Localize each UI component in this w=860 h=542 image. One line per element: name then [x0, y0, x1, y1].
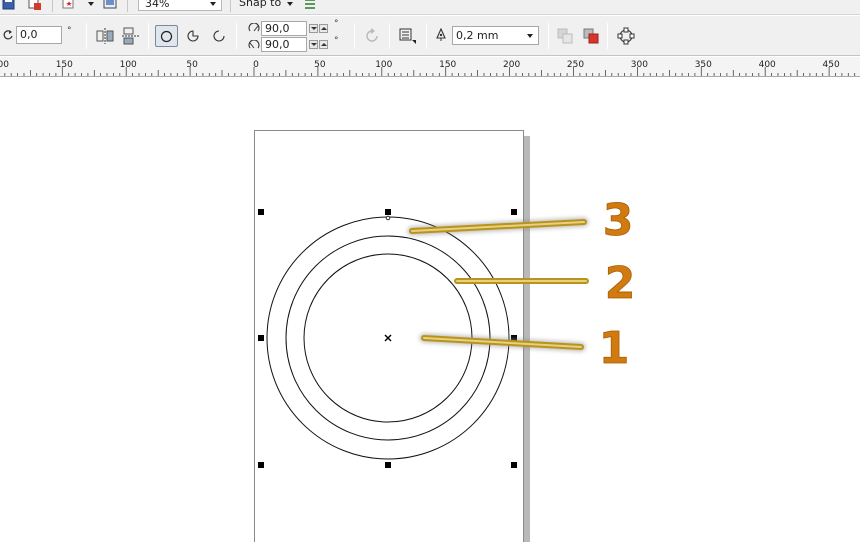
ruler-scale: 100 150 100 50 0 50 100 150 200 250 300 350 400 450 — [0, 60, 856, 76]
end-angle-icon — [248, 40, 260, 49]
chevron-down-icon[interactable] — [88, 2, 94, 6]
propbar-separator — [548, 23, 549, 49]
handle-top-left[interactable] — [258, 209, 264, 215]
ruler-label: 350 — [695, 60, 712, 70]
pie-mode-icon[interactable] — [183, 26, 203, 46]
handle-top-center[interactable] — [385, 209, 391, 215]
annotation-pointer-3 — [407, 217, 589, 236]
node-handle[interactable] — [385, 215, 391, 221]
propbar-separator — [148, 23, 149, 49]
mirror-vertical-icon[interactable] — [121, 26, 141, 46]
ellipse-icon — [160, 30, 173, 43]
propbar-separator — [236, 23, 237, 49]
start-angle-increase[interactable] — [319, 24, 328, 33]
ruler-label: 250 — [567, 60, 584, 70]
export-icon[interactable] — [28, 0, 42, 11]
rotation-angle-input[interactable]: 0,0 — [16, 26, 62, 44]
annotation-number-2: 2 — [605, 258, 636, 309]
ruler-label: 100 — [0, 60, 9, 70]
coreldraw-window: 34% Snap to 0,0 ° 90,0 ° 90,0 ° 0,2 mm 0… — [0, 0, 860, 542]
outline-pen-icon — [436, 28, 446, 41]
rotation-angle-value: 0,0 — [20, 28, 38, 41]
toolbar-separator — [127, 0, 128, 12]
mirror-horizontal-icon[interactable] — [95, 26, 115, 46]
end-angle-input[interactable]: 90,0 — [261, 37, 307, 52]
options-icon[interactable] — [303, 0, 317, 11]
rotation-icon — [3, 30, 13, 40]
ruler-label: 150 — [56, 60, 73, 70]
propbar-separator — [389, 23, 390, 49]
start-angle-decrease[interactable] — [309, 24, 318, 33]
toolbar-separator — [52, 0, 53, 12]
handle-middle-left[interactable] — [258, 335, 264, 341]
ruler-label: 200 — [503, 60, 520, 70]
drawing-canvas[interactable]: 3 2 1 — [0, 78, 860, 542]
end-angle-value: 90,0 — [265, 38, 290, 51]
ruler-label: 400 — [759, 60, 776, 70]
toolbar-separator — [230, 0, 231, 12]
ellipse-mode-button[interactable] — [155, 25, 178, 47]
ruler-label: 100 — [375, 60, 392, 70]
ruler-label: 450 — [823, 60, 840, 70]
ruler-label: 100 — [120, 60, 137, 70]
to-front-icon[interactable] — [555, 26, 575, 46]
end-angle-decrease[interactable] — [309, 40, 318, 49]
chevron-down-icon — [527, 34, 533, 38]
propbar-separator — [354, 23, 355, 49]
property-bar: 0,0 ° 90,0 ° 90,0 ° 0,2 mm — [0, 16, 860, 56]
start-angle-icon — [248, 23, 260, 32]
propbar-separator — [607, 23, 608, 49]
annotation-pointer-1 — [419, 333, 586, 352]
wrap-text-icon[interactable] — [398, 26, 418, 46]
standard-toolbar: 34% Snap to — [0, 0, 860, 15]
arc-mode-icon[interactable] — [209, 26, 229, 46]
chevron-down-icon[interactable] — [287, 2, 293, 6]
propbar-separator — [86, 23, 87, 49]
ruler-label: 50 — [186, 60, 198, 70]
propbar-separator — [426, 23, 427, 49]
convert-to-curves-icon[interactable] — [616, 26, 636, 46]
start-angle-unit: ° — [334, 19, 339, 29]
end-angle-unit: ° — [334, 36, 339, 46]
star-application-launcher-icon[interactable] — [62, 0, 76, 11]
chevron-down-icon — [210, 2, 216, 6]
zoom-level-combo[interactable]: 34% — [138, 0, 222, 11]
start-angle-input[interactable]: 90,0 — [261, 21, 307, 36]
ruler-label: 0 — [253, 60, 259, 70]
handle-bottom-right[interactable] — [511, 462, 517, 468]
ruler-label: 300 — [631, 60, 648, 70]
handle-top-right[interactable] — [511, 209, 517, 215]
annotation-number-3: 3 — [603, 195, 634, 246]
ruler-label: 50 — [314, 60, 326, 70]
rotation-unit: ° — [67, 26, 72, 36]
end-angle-increase[interactable] — [319, 40, 328, 49]
handle-bottom-center[interactable] — [385, 462, 391, 468]
welcome-screen-icon[interactable] — [103, 0, 117, 11]
ruler-label: 150 — [439, 60, 456, 70]
center-x-icon — [384, 334, 392, 342]
annotation-number-1: 1 — [599, 323, 630, 374]
change-direction-icon[interactable] — [362, 26, 382, 46]
start-angle-value: 90,0 — [265, 22, 290, 35]
save-icon[interactable] — [2, 0, 16, 11]
to-back-icon[interactable] — [581, 26, 601, 46]
zoom-level-value: 34% — [145, 0, 170, 10]
snap-to-label[interactable]: Snap to — [239, 0, 281, 9]
drawing-layer: 3 2 1 — [258, 195, 636, 468]
outline-width-select[interactable]: 0,2 mm — [452, 26, 539, 45]
horizontal-ruler[interactable]: 100 150 100 50 0 50 100 150 200 250 300 350 400 450 — [0, 57, 860, 77]
outline-width-value: 0,2 mm — [456, 29, 499, 42]
handle-bottom-left[interactable] — [258, 462, 264, 468]
